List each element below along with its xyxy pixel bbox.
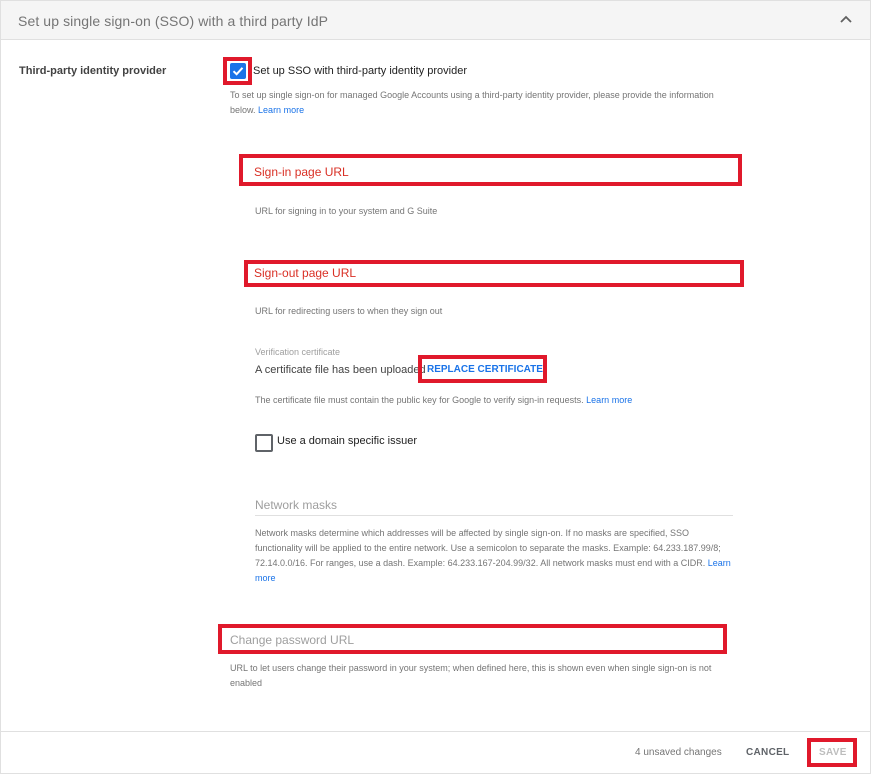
- certificate-helper: The certificate file must contain the pu…: [255, 395, 633, 405]
- section-title: Set up single sign-on (SSO) with a third…: [18, 13, 329, 29]
- domain-issuer-checkbox[interactable]: [255, 434, 273, 452]
- network-masks-helper: Network masks determine which addresses …: [255, 526, 731, 586]
- network-masks-more-link[interactable]: more: [255, 571, 731, 586]
- change-password-input[interactable]: Change password URL: [230, 633, 354, 647]
- signout-url-input[interactable]: Sign-out page URL: [254, 266, 356, 280]
- sso-description-line: To set up single sign-on for managed Goo…: [230, 90, 714, 100]
- cancel-button[interactable]: CANCEL: [746, 747, 789, 758]
- sso-settings-card: Set up single sign-on (SSO) with a third…: [0, 0, 871, 774]
- chevron-up-icon[interactable]: [839, 14, 853, 24]
- replace-certificate-button[interactable]: REPLACE CERTIFICATE: [427, 364, 543, 375]
- sso-description: To set up single sign-on for managed Goo…: [230, 88, 714, 118]
- certificate-learn-more-link[interactable]: Learn more: [586, 395, 632, 405]
- footer-divider: [1, 731, 870, 732]
- sso-checkbox-label: Set up SSO with third-party identity pro…: [253, 65, 467, 77]
- section-header[interactable]: Set up single sign-on (SSO) with a third…: [1, 1, 870, 40]
- learn-more-link[interactable]: Learn more: [258, 105, 304, 115]
- signin-url-helper: URL for signing in to your system and G …: [255, 206, 438, 216]
- certificate-status: A certificate file has been uploaded: [255, 364, 426, 376]
- network-masks-underline: [255, 515, 733, 516]
- change-password-helper: URL to let users change their password i…: [230, 663, 712, 688]
- sso-checkbox[interactable]: [230, 63, 246, 79]
- checkmark-icon: [232, 67, 244, 76]
- field-label: Third-party identity provider: [19, 65, 167, 77]
- sso-description-line: below. Learn more: [230, 105, 305, 115]
- domain-issuer-label: Use a domain specific issuer: [277, 435, 418, 447]
- unsaved-changes-count: 4 unsaved changes: [635, 747, 722, 758]
- save-button[interactable]: SAVE: [819, 747, 847, 758]
- network-masks-learn-more-link[interactable]: Learn: [708, 558, 731, 568]
- network-masks-input[interactable]: Network masks: [255, 498, 337, 512]
- signin-url-input[interactable]: Sign-in page URL: [254, 165, 349, 179]
- signout-url-helper: URL for redirecting users to when they s…: [255, 306, 443, 316]
- certificate-label: Verification certificate: [255, 347, 341, 357]
